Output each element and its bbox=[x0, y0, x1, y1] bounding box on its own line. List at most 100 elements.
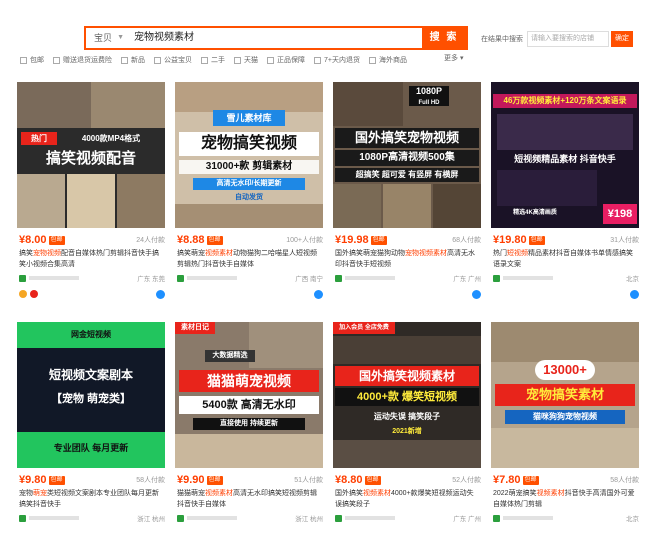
checkbox[interactable] bbox=[53, 56, 60, 64]
free-shipping-badge: 包邮 bbox=[528, 235, 545, 245]
overlay-tag: 热门 bbox=[21, 132, 57, 145]
sales-count: 31人付款 bbox=[610, 237, 639, 244]
overlay-brand: 网金短视频 bbox=[71, 330, 111, 339]
shop-name[interactable] bbox=[503, 276, 553, 280]
product-image[interactable]: 46万款视频素材+120万条文案语录 短视频精品素材 抖音快手 精选4K高清画质… bbox=[491, 82, 639, 228]
checkbox[interactable] bbox=[20, 56, 27, 64]
overlay-title: 宠物搞笑视频 bbox=[179, 132, 319, 156]
shop-icon bbox=[177, 514, 184, 522]
filter-overseas[interactable]: 海外商品 bbox=[368, 55, 407, 65]
product-card[interactable]: 1080P Full HD 国外搞笑宠物视频 1080P高清视频500集 超搞笑 … bbox=[333, 82, 481, 307]
product-image[interactable]: 1080P Full HD 国外搞笑宠物视频 1080P高清视频500集 超搞笑 … bbox=[333, 82, 481, 228]
product-title[interactable]: 搞笑宠物视频配音自媒体热门剪辑抖音快手搞笑小视频合集高清 bbox=[19, 248, 163, 270]
product-price: ¥7.80 bbox=[493, 474, 521, 486]
shop-name[interactable] bbox=[345, 276, 395, 280]
overlay-note: 运动失误 搞笑段子 bbox=[373, 412, 441, 421]
product-card[interactable]: 素材日记 大数据精选 猫猫萌宠视频 5400款 高清无水印 直接使用 持续更新 … bbox=[175, 322, 323, 538]
shop-name[interactable] bbox=[345, 516, 395, 520]
sales-count: 100+人付款 bbox=[286, 237, 323, 244]
product-card[interactable]: 46万款视频素材+120万条文案语录 短视频精品素材 抖音快手 精选4K高清画质… bbox=[491, 82, 639, 307]
shop-name[interactable] bbox=[187, 516, 237, 520]
sales-count: 68人付款 bbox=[452, 237, 481, 244]
product-price: ¥19.98 bbox=[335, 234, 369, 246]
filter-new[interactable]: 新品 bbox=[121, 55, 145, 65]
filter-second-hand[interactable]: 二手 bbox=[201, 55, 225, 65]
filter-return-insurance[interactable]: 赠送退货运费险 bbox=[53, 55, 112, 65]
chat-icon[interactable] bbox=[472, 289, 481, 299]
shop-icon bbox=[19, 514, 26, 522]
filter-7day-return[interactable]: 7+天内退货 bbox=[314, 55, 360, 65]
product-card[interactable]: 雪儿素材库 宠物搞笑视频 31000+款 剪辑素材 高清无水印/长期更新 自动发… bbox=[175, 82, 323, 307]
chat-icon[interactable] bbox=[314, 289, 323, 299]
checkbox[interactable] bbox=[314, 56, 321, 64]
overlay-title: 宠物搞笑素材 bbox=[495, 384, 635, 406]
shop-location: 北京 bbox=[626, 516, 639, 523]
product-title[interactable]: 热门短视频精品素材抖音自媒体书单情感搞笑语录文案 bbox=[493, 248, 637, 270]
overlay-note2: 2021新增 bbox=[392, 428, 422, 435]
search-input[interactable] bbox=[128, 28, 422, 48]
result-search-confirm-button[interactable]: 确定 bbox=[611, 31, 633, 47]
chat-icon[interactable] bbox=[630, 289, 639, 299]
product-title[interactable]: 国外搞笑萌宠猫狗动物宠物视频素材高清无水印抖音快手短视频 bbox=[335, 248, 479, 270]
product-title[interactable]: 2022萌宠搞笑视频素材抖音快手高清国外可爱自媒体热门剪辑 bbox=[493, 488, 637, 510]
shop-name[interactable] bbox=[29, 516, 79, 520]
product-card[interactable]: 网金短视频 短视频文案剧本 【宠物 萌宠类】 专业团队 每月更新 ¥9.80 包… bbox=[17, 322, 165, 538]
sales-count: 52人付款 bbox=[452, 477, 481, 484]
more-filters-button[interactable]: 更多 ▾ bbox=[444, 53, 463, 63]
checkbox[interactable] bbox=[154, 56, 161, 64]
overlay-subtitle: 1080P高清视频500集 bbox=[335, 150, 479, 166]
gift-icon bbox=[30, 290, 38, 298]
product-image[interactable]: 13000+ 宠物搞笑素材 猫咪狗狗宠物视频 bbox=[491, 322, 639, 468]
filter-charity[interactable]: 公益宝贝 bbox=[154, 55, 192, 65]
free-shipping-badge: 包邮 bbox=[206, 235, 223, 245]
product-image[interactable]: 素材日记 大数据精选 猫猫萌宠视频 5400款 高清无水印 直接使用 持续更新 bbox=[175, 322, 323, 468]
result-search: 在结果中搜索 请输入要搜索的店铺 确定 bbox=[481, 30, 633, 48]
result-search-label: 在结果中搜索 bbox=[481, 36, 523, 43]
overlay-tag: 大数据精选 bbox=[205, 350, 255, 362]
shop-location: 广东 广州 bbox=[453, 516, 481, 523]
search-scope-label: 宝贝 bbox=[94, 33, 113, 43]
checkbox[interactable] bbox=[368, 56, 376, 64]
search-button[interactable]: 搜 索 bbox=[422, 28, 466, 48]
product-title[interactable]: 宠物萌宠类短视频文案剧本专业团队每月更新搞笑抖音快手 bbox=[19, 488, 163, 510]
overlay-title: 猫猫萌宠视频 bbox=[179, 370, 319, 392]
product-price: ¥9.90 bbox=[177, 474, 205, 486]
checkbox[interactable] bbox=[201, 56, 208, 64]
result-search-input[interactable]: 请输入要搜索的店铺 bbox=[527, 31, 609, 47]
product-image[interactable]: 加入会员 全店免费 国外搞笑视频素材 4000+款 爆笑短视频 运动失误 搞笑段… bbox=[333, 322, 481, 468]
shop-name[interactable] bbox=[187, 276, 237, 280]
overlay-note: 专业团队 每月更新 bbox=[53, 443, 129, 453]
product-price: ¥8.00 bbox=[19, 234, 47, 246]
shop-location: 浙江 杭州 bbox=[137, 516, 165, 523]
overlay-subtitle: 5400款 高清无水印 bbox=[179, 396, 319, 414]
shop-name[interactable] bbox=[503, 516, 553, 520]
shop-name[interactable] bbox=[29, 276, 79, 280]
shop-icon bbox=[177, 274, 184, 282]
product-title[interactable]: 国外搞笑视频素材4000+款爆笑短视频运动失误搞笑段子 bbox=[335, 488, 479, 510]
product-card[interactable]: 热门 4000款MP4格式 搞笑视频配音 ¥8.00 包邮 24人付款 搞笑宠物… bbox=[17, 82, 165, 307]
shop-icon bbox=[335, 274, 342, 282]
filter-tmall[interactable]: 天猫 bbox=[234, 55, 258, 65]
filter-free-shipping[interactable]: 包邮 bbox=[20, 55, 44, 65]
product-title[interactable]: 猫猫萌宠视频素材高清无水印搞笑短视频剪辑抖音快手自媒体 bbox=[177, 488, 321, 510]
free-shipping-badge: 包邮 bbox=[48, 235, 65, 245]
overlay-hd-badge: 1080P Full HD bbox=[409, 86, 449, 106]
search-scope-select[interactable]: 宝贝 ▼ bbox=[86, 28, 128, 48]
product-image[interactable]: 网金短视频 短视频文案剧本 【宠物 萌宠类】 专业团队 每月更新 bbox=[17, 322, 165, 468]
overlay-count: 13000+ bbox=[535, 360, 595, 380]
product-image[interactable]: 雪儿素材库 宠物搞笑视频 31000+款 剪辑素材 高清无水印/长期更新 自动发… bbox=[175, 82, 323, 228]
checkbox[interactable] bbox=[121, 56, 128, 64]
overlay-price-tag: ¥198 bbox=[603, 204, 637, 224]
filter-genuine[interactable]: 正品保障 bbox=[267, 55, 305, 65]
checkbox[interactable] bbox=[267, 56, 274, 64]
product-card[interactable]: 加入会员 全店免费 国外搞笑视频素材 4000+款 爆笑短视频 运动失误 搞笑段… bbox=[333, 322, 481, 538]
overlay-note: 直接使用 持续更新 bbox=[193, 418, 305, 430]
shop-location: 北京 bbox=[626, 276, 639, 283]
chat-icon[interactable] bbox=[156, 289, 165, 299]
sales-count: 58人付款 bbox=[136, 477, 165, 484]
product-card[interactable]: 13000+ 宠物搞笑素材 猫咪狗狗宠物视频 ¥7.80 包邮 58人付款 20… bbox=[491, 322, 639, 538]
product-title[interactable]: 搞笑萌宠视频素材动物猫狗二哈喵星人短视频剪辑热门抖音快手自媒体 bbox=[177, 248, 321, 270]
shop-location: 浙江 杭州 bbox=[295, 516, 323, 523]
checkbox[interactable] bbox=[234, 56, 241, 64]
product-image[interactable]: 热门 4000款MP4格式 搞笑视频配音 bbox=[17, 82, 165, 228]
